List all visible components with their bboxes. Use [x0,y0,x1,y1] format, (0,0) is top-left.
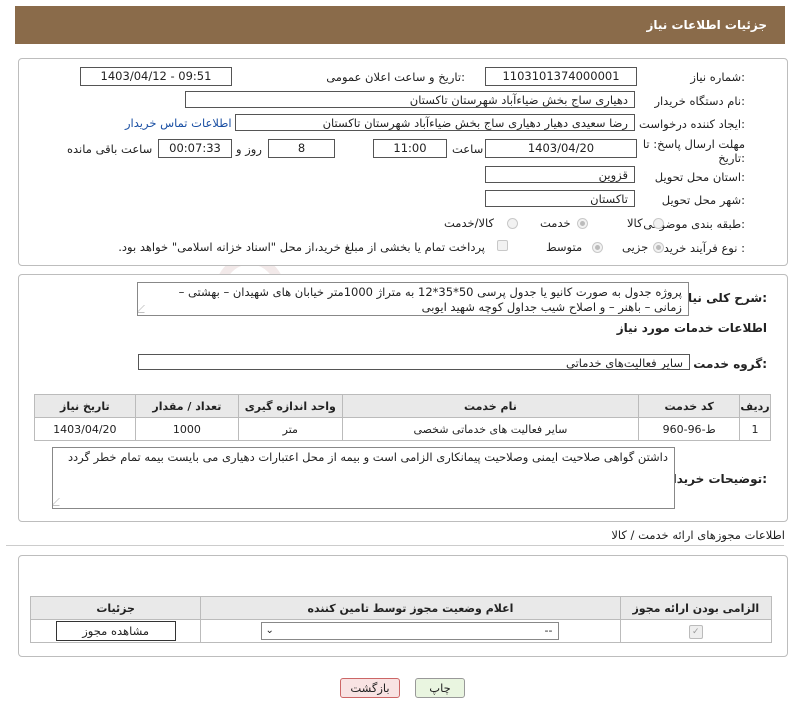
deadline-label-date: تاریخ: [718,151,745,165]
remaining-label: ساعت باقی مانده [67,142,153,156]
cell-unit: متر [238,417,343,441]
back-button[interactable]: بازگشت [340,678,400,698]
page-header: جزئیات اطلاعات نیاز [15,6,785,44]
table-row: 1403/04/20 1000 متر سایر فعالیت های خدما… [34,417,772,441]
process-radio-minor[interactable] [653,242,664,253]
col-permit-status: اعلام وضعیت مجوز توسط تامین کننده [200,596,621,620]
buyer-contact-link[interactable]: اطلاعات تماس خریدار [125,116,232,130]
creator-label: ایجاد کننده درخواست: [639,117,745,131]
creator-field: رضا سعیدی دهیار دهیاری ساج بخش ضیاءآباد … [235,114,635,131]
category-option-goods: کالا [627,216,643,230]
description-line-1: پروژه جدول به صورت کانیو یا جدول پرسی 50… [178,285,682,299]
cell-permit-status: -- ⌄ [200,619,621,643]
buyer-notes-label: توضیحات خریدار: [665,472,767,486]
col-quantity: تعداد / مقدار [134,394,240,418]
col-permit-required: الزامی بودن ارائه مجوز [619,596,773,620]
process-type-label: نوع فرآیند خرید : [663,241,745,255]
category-option-service: خدمت [540,216,571,230]
services-header-row: تاریخ نیاز تعداد / مقدار واحد اندازه گیر… [34,394,772,418]
resize-handle[interactable] [53,498,67,506]
col-service-name: نام خدمت [341,394,640,418]
permits-table: جزئیات اعلام وضعیت مجوز توسط تامین کننده… [29,596,773,643]
category-radio-service[interactable] [577,218,588,229]
category-radio-goods-service[interactable] [507,218,518,229]
cell-permit-required: ✓ [619,619,773,643]
permits-section-title: اطلاعات مجوزهای ارائه خدمت / کالا [611,528,785,542]
col-row-number: ردیف [738,394,772,418]
announce-date-field: 1403/04/12 - 09:51 [80,67,232,86]
deadline-time-field: 11:00 [373,139,447,158]
treasury-payment-checkbox[interactable] [497,240,508,251]
cell-need-date: 1403/04/20 [34,417,136,441]
buyer-notes-text: داشتن گواهی صلاحیت ایمنی وصلاحیت پیمانکا… [67,450,668,464]
description-label: شرح کلی نیاز: [681,291,767,305]
table-row: مشاهده مجوز -- ⌄ ✓ [29,619,773,643]
days-label: روز و [236,142,262,156]
need-info-panel [18,58,788,266]
buyer-notes-textarea[interactable]: داشتن گواهی صلاحیت ایمنی وصلاحیت پیمانکا… [52,447,675,509]
description-textarea[interactable]: پروژه جدول به صورت کانیو یا جدول پرسی 50… [137,282,689,316]
col-need-date: تاریخ نیاز [34,394,136,418]
process-option-minor: جزیی [622,240,649,254]
cell-service-code: ط-96-960 [638,417,740,441]
city-field: تاکستان [485,190,635,207]
permits-header-row: جزئیات اعلام وضعیت مجوز توسط تامین کننده… [29,596,773,620]
process-radio-medium[interactable] [592,242,603,253]
buyer-name-label: نام دستگاه خریدار: [654,94,745,108]
permit-required-checkbox: ✓ [688,624,703,639]
treasury-payment-note: پرداخت تمام یا بخشی از مبلغ خرید،از محل … [118,240,485,254]
need-number-field: 1103101374000001 [485,67,637,86]
remaining-time-field: 00:07:33 [158,139,232,158]
category-radio-goods[interactable] [653,218,664,229]
province-label: استان محل تحویل: [654,170,745,184]
cell-service-name: سایر فعالیت های خدماتی شخصی [341,417,640,441]
deadline-time-label: ساعت [452,142,484,156]
cell-details: مشاهده مجوز [29,619,202,643]
buyer-name-field: دهیاری ساج بخش ضیاءآباد شهرستان تاکستان [185,91,635,108]
remaining-days-field: 8 [268,139,335,158]
permit-status-select[interactable]: -- ⌄ [261,622,560,640]
process-option-medium: متوسط [546,240,583,254]
col-unit: واحد اندازه گیری [238,394,343,418]
announce-date-label: تاریخ و ساعت اعلان عمومی: [326,70,465,84]
chevron-down-icon: ⌄ [265,625,274,636]
service-group-field: سایر فعالیت‌های خدماتی [138,354,690,370]
province-field: قزوین [485,166,635,183]
col-service-code: کد خدمت [638,394,740,418]
col-details: جزئیات [29,596,202,620]
city-label: شهر محل تحویل: [661,193,745,207]
cell-row-number: 1 [738,417,772,441]
deadline-label: مهلت ارسال پاسخ: تا [642,137,745,151]
description-line-2: زمانی – باهنر – و اصلاح شیب جداول کوچه ش… [421,300,682,314]
page-title: جزئیات اطلاعات نیاز [646,18,767,32]
need-number-label: شماره نیاز: [690,70,745,84]
cell-quantity: 1000 [134,417,240,441]
view-permit-button[interactable]: مشاهده مجوز [55,621,176,641]
deadline-date-field: 1403/04/20 [485,139,637,158]
services-section-title: اطلاعات خدمات مورد نیاز [616,321,767,335]
services-table: تاریخ نیاز تعداد / مقدار واحد اندازه گیر… [34,394,772,441]
category-option-goods-service: کالا/خدمت [444,216,495,230]
service-group-label: گروه خدمت: [693,357,767,371]
select-value: -- [544,624,553,637]
permits-divider [6,545,784,546]
print-button[interactable]: چاپ [415,678,465,698]
